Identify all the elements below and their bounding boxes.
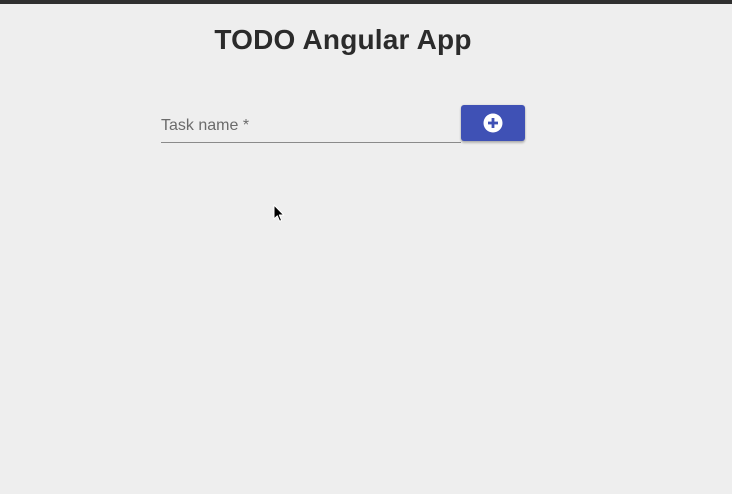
add-task-button[interactable] <box>461 105 525 141</box>
mouse-cursor-icon <box>273 204 285 222</box>
task-name-field[interactable]: Task name * <box>161 105 461 143</box>
top-bar <box>0 0 732 4</box>
page-title: TODO Angular App <box>214 24 472 55</box>
task-name-input[interactable] <box>161 115 461 137</box>
task-form: Task name * <box>161 105 525 143</box>
plus-circle-icon <box>483 113 503 133</box>
